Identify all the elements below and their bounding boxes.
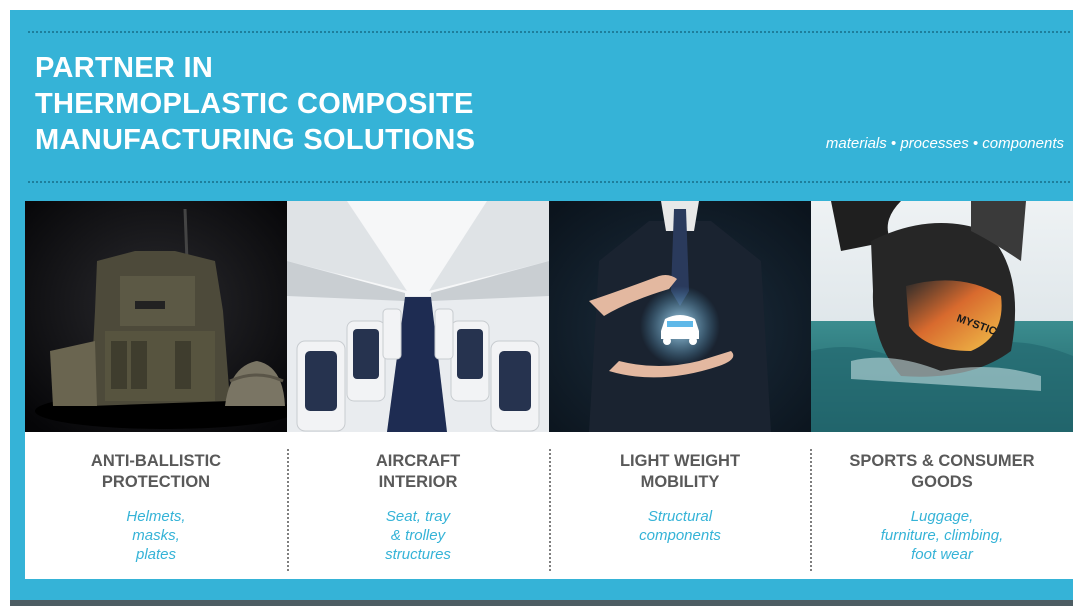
card-heading: ANTI-BALLISTIC PROTECTION	[25, 451, 287, 493]
card-heading: SPORTS & CONSUMER GOODS	[811, 451, 1073, 493]
card-subtitle: Seat, tray & trolley structures	[287, 507, 549, 564]
photo-businessman-car	[549, 201, 811, 432]
card-heading-line-1: LIGHT WEIGHT	[619, 452, 741, 470]
card-subtitle: Luggage, furniture, climbing, foot wear	[811, 507, 1073, 564]
card-heading-line-1: SPORTS & CONSUMER	[849, 452, 1035, 470]
sector-cards: ANTI-BALLISTIC PROTECTION Helmets, masks…	[25, 201, 1073, 579]
card-subtitle-line-1: Luggage,	[910, 508, 974, 525]
tagline: materials • processes • components	[825, 135, 1064, 152]
title-line-3: MANUFACTURING SOLUTIONS	[35, 124, 476, 156]
card-subtitle-line-2: & trolley	[390, 527, 446, 544]
card-sports-consumer-goods: MYSTIC SPORTS & CONSUMER GOODS Luggage, …	[811, 201, 1073, 579]
card-subtitle-line-2: furniture, climbing,	[880, 527, 1004, 544]
card-heading-line-2: GOODS	[911, 473, 973, 491]
card-subtitle-line-2: components	[639, 527, 721, 544]
photo-tactical-vest	[25, 201, 287, 432]
card-subtitle: Helmets, masks, plates	[25, 507, 287, 564]
top-dotted-divider	[28, 31, 1070, 33]
card-heading-line-1: ANTI-BALLISTIC	[90, 452, 222, 470]
card-subtitle: Structural components	[549, 507, 811, 545]
footer-bar	[10, 600, 1073, 606]
card-subtitle-line-3: plates	[135, 546, 177, 563]
card-divider	[549, 449, 551, 571]
card-light-weight-mobility: LIGHT WEIGHT MOBILITY Structural compone…	[549, 201, 811, 579]
card-heading: LIGHT WEIGHT MOBILITY	[549, 451, 811, 493]
card-anti-ballistic: ANTI-BALLISTIC PROTECTION Helmets, masks…	[25, 201, 287, 579]
bottom-dotted-divider	[28, 181, 1070, 183]
card-aircraft-interior: AIRCRAFT INTERIOR Seat, tray & trolley s…	[287, 201, 549, 579]
card-divider	[810, 449, 812, 571]
card-heading-line-2: PROTECTION	[101, 473, 211, 491]
card-heading: AIRCRAFT INTERIOR	[287, 451, 549, 493]
card-subtitle-line-2: masks,	[132, 527, 180, 544]
card-subtitle-line-3: foot wear	[911, 546, 973, 563]
card-subtitle-line-1: Seat, tray	[385, 508, 451, 525]
card-subtitle-line-3: structures	[385, 546, 451, 563]
card-subtitle-line-1: Structural	[647, 508, 713, 525]
card-heading-line-2: INTERIOR	[378, 473, 458, 491]
slide: PARTNER IN THERMOPLASTIC COMPOSITE MANUF…	[0, 0, 1078, 606]
page-title: PARTNER IN THERMOPLASTIC COMPOSITE MANUF…	[35, 50, 475, 158]
card-heading-line-1: AIRCRAFT	[375, 452, 461, 470]
card-heading-line-2: MOBILITY	[640, 473, 720, 491]
title-line-1: PARTNER IN	[35, 52, 214, 84]
card-divider	[287, 449, 289, 571]
card-subtitle-line-1: Helmets,	[126, 508, 186, 525]
photo-surfer-wetsuit: MYSTIC	[811, 201, 1073, 432]
title-line-2: THERMOPLASTIC COMPOSITE	[35, 88, 474, 120]
photo-aircraft-cabin	[287, 201, 549, 432]
